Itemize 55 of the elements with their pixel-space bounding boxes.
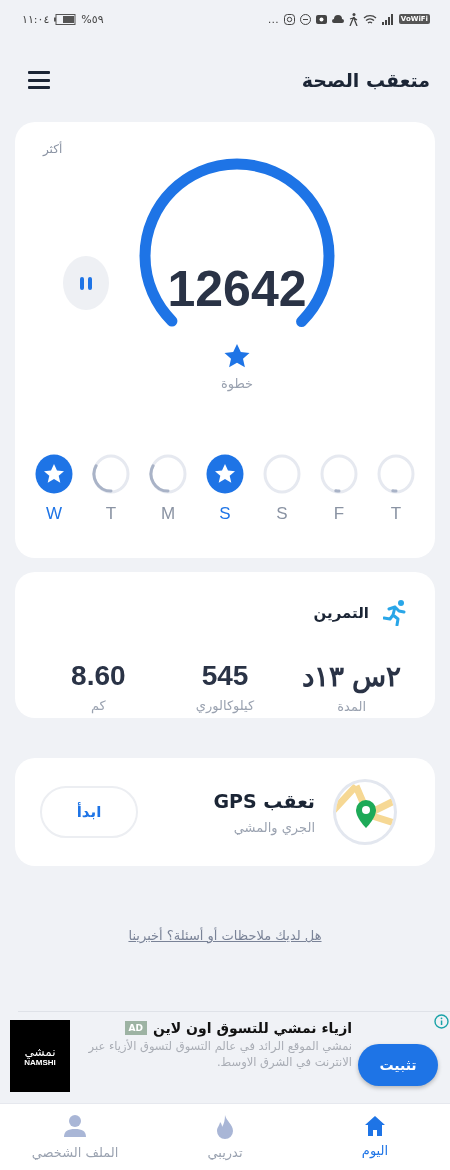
more-link[interactable]: أكثر <box>43 142 63 156</box>
stat-label: كيلوكالوري <box>195 698 255 713</box>
day-label: S <box>219 504 231 524</box>
day-label: W <box>45 504 62 524</box>
star-badge-icon <box>35 454 73 494</box>
progress-ring <box>263 454 301 494</box>
battery-icon <box>54 13 77 25</box>
step-unit: خطوة <box>219 376 255 391</box>
day-label: F <box>333 504 345 524</box>
stat-value: 545 <box>201 660 249 692</box>
star-icon <box>224 344 250 369</box>
pause-button[interactable] <box>63 256 109 310</box>
menu-button[interactable] <box>28 71 50 89</box>
star-badge-icon <box>206 454 244 494</box>
gps-title: تعقب GPS <box>213 789 315 812</box>
person-icon <box>64 1115 86 1139</box>
day-label: T <box>390 504 402 524</box>
feedback-link[interactable]: هل لديك ملاحظات أو أسئلة؟ أخبرينا <box>128 928 322 943</box>
progress-ring <box>92 454 130 494</box>
ad-description: نمشي الموقع الرائد في عالم التسوق لتسوق الأزياء عبر الانترنت في الشرق الاوسط. <box>87 1038 352 1071</box>
message-icon <box>299 13 311 25</box>
clock-time: ١١:٠٤ <box>22 12 50 26</box>
workout-title: التمرين <box>313 604 369 622</box>
signal-icon <box>381 13 394 25</box>
app-title: متعقب الصحة <box>301 69 430 91</box>
stat-value: 8.60 <box>71 660 126 692</box>
camera-icon <box>283 13 295 25</box>
battery-percent: %٥٩ <box>81 12 104 26</box>
start-button[interactable]: ابدأ <box>40 786 138 838</box>
progress-ring <box>149 454 187 494</box>
ad-title: ازياء نمشي للتسوق اون لاين <box>152 1020 352 1036</box>
day-label: T <box>105 504 117 524</box>
cloud-icon <box>331 15 344 23</box>
photo-icon <box>315 13 327 25</box>
install-button[interactable]: تثبيت <box>358 1044 438 1086</box>
progress-ring <box>377 454 415 494</box>
nav-tab[interactable]: الملف الشخصي <box>5 1114 145 1161</box>
nav-tab[interactable]: اليوم <box>305 1114 445 1159</box>
step-count: 12642 <box>166 260 308 318</box>
stat-value: ٢س ١٣د <box>302 660 402 693</box>
info-icon[interactable] <box>434 1014 449 1029</box>
gps-subtitle: الجري والمشي <box>233 819 315 835</box>
walking-icon <box>348 12 358 26</box>
runner-icon <box>383 600 407 626</box>
stat-label: كم <box>90 698 106 713</box>
wifi-icon <box>362 13 377 25</box>
day-label: M <box>160 504 176 524</box>
home-icon <box>364 1115 386 1137</box>
day-label: S <box>276 504 288 524</box>
nav-tab[interactable]: تدريبي <box>155 1114 295 1161</box>
progress-ring <box>320 454 358 494</box>
more-notifications: … <box>267 12 279 26</box>
stat-label: المدة <box>337 699 367 714</box>
flame-icon <box>216 1115 234 1139</box>
ad-badge: AD <box>124 1021 147 1035</box>
